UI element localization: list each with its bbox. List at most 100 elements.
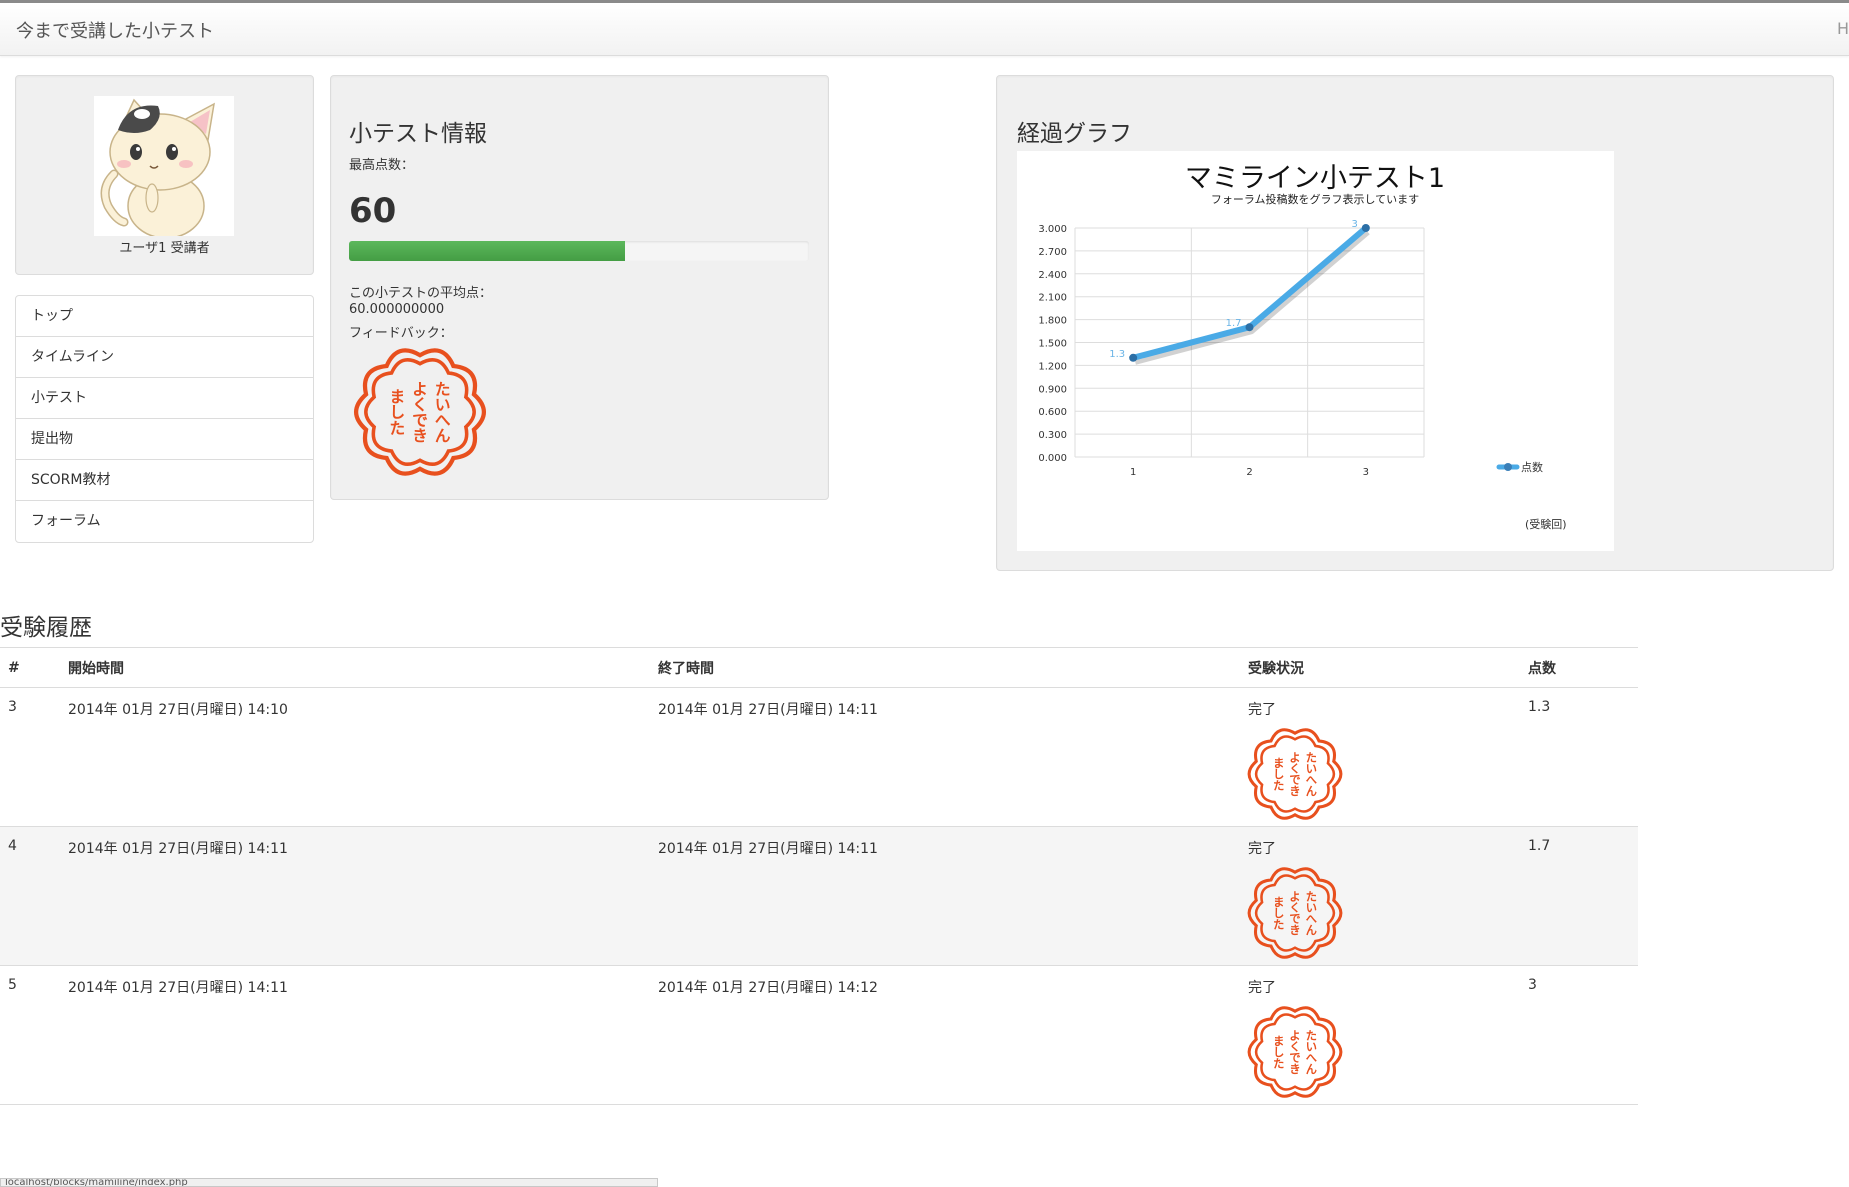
y-tick-label: 0.300 [1038, 430, 1067, 441]
stamp-text: き [1289, 1063, 1300, 1076]
y-tick-label: 1.500 [1038, 339, 1067, 350]
y-tick-label: 0.900 [1038, 384, 1067, 395]
stamp-icon: たいへんよくできました [1247, 728, 1343, 820]
stamp-text: た [1273, 918, 1284, 931]
row-status: 完了 [1248, 841, 1276, 857]
stamp-text: き [1289, 785, 1300, 798]
nav-item-submissions[interactable]: 提出物 [16, 419, 313, 460]
data-label: 1.3 [1109, 349, 1125, 360]
stamp-icon: たいへんよくできました [1247, 1006, 1343, 1098]
table-row: 5 2014年 01月 27日(月曜日) 14:11 2014年 01月 27日… [0, 965, 1638, 1105]
data-label: 1.7 [1226, 318, 1242, 329]
top-bar: 今まで受講した小テスト H [0, 0, 1849, 56]
avatar [94, 96, 234, 239]
max-score-value: 60 [349, 191, 397, 231]
table-row: 4 2014年 01月 27日(月曜日) 14:11 2014年 01月 27日… [0, 826, 1638, 966]
row-end-time: 2014年 01月 27日(月曜日) 14:11 [650, 826, 1240, 966]
stamp-text: た [1273, 779, 1284, 792]
quiz-info-panel: 小テスト情報 最高点数： 60 この小テストの平均点： 60.000000000… [330, 75, 829, 500]
y-tick-label: 2.700 [1038, 247, 1067, 258]
chart-area: マミライン小テスト1 フォーラム投稿数をグラフ表示しています 0.000 0.30… [1017, 151, 1614, 551]
stamp-text: ん [1306, 924, 1317, 937]
max-score-label: 最高点数： [349, 158, 415, 173]
y-tick-label: 0.000 [1038, 453, 1067, 464]
nav-item-scorm[interactable]: SCORM教材 [16, 460, 313, 501]
progress-graph-panel: 経過グラフ マミライン小テスト1 フォーラム投稿数をグラフ表示しています 0.0… [996, 75, 1834, 571]
page-title: 今まで受講した小テスト [16, 21, 214, 42]
row-number: 3 [0, 687, 60, 827]
nav-item-forum[interactable]: フォーラム [16, 501, 313, 542]
col-start-time: 開始時間 [60, 647, 650, 688]
average-value: 60.000000000 [349, 302, 445, 317]
data-label: 3 [1351, 219, 1357, 230]
cat-avatar-icon [100, 98, 215, 239]
feedback-stamp-icon: たいへんよくできました [353, 348, 487, 476]
stamp-text: ん [1306, 1063, 1317, 1076]
row-score: 1.7 [1520, 826, 1638, 966]
stamp-text: き [412, 427, 428, 445]
row-score: 3 [1520, 965, 1638, 1105]
side-nav: トップ タイムライン 小テスト 提出物 SCORM教材 フォーラム [15, 295, 314, 543]
nav-item-quiz[interactable]: 小テスト [16, 378, 313, 419]
nav-item-timeline[interactable]: タイムライン [16, 337, 313, 378]
chart-legend: 点数 [1496, 461, 1543, 474]
table-row: 3 2014年 01月 27日(月曜日) 14:10 2014年 01月 27日… [0, 687, 1638, 827]
row-status: 完了 [1248, 702, 1276, 718]
data-point [1245, 323, 1254, 332]
row-number: 4 [0, 826, 60, 966]
row-status-cell: 完了 たいへんよくできました [1240, 965, 1520, 1105]
y-tick-label: 1.800 [1038, 316, 1067, 327]
row-status-cell: 完了 たいへんよくできました [1240, 826, 1520, 966]
x-tick-label: 1 [1130, 467, 1136, 478]
feedback-label: フィードバック： [349, 326, 453, 341]
row-status-cell: 完了 たいへんよくできました [1240, 687, 1520, 827]
row-end-time: 2014年 01月 27日(月曜日) 14:12 [650, 965, 1240, 1105]
chart-title: マミライン小テスト1 [1185, 163, 1445, 194]
col-score: 点数 [1520, 647, 1638, 688]
top-bar-edge-text: H [1836, 19, 1849, 38]
history-title: 受験履歴 [0, 615, 92, 641]
row-status: 完了 [1248, 980, 1276, 996]
stamp-icon: たいへんよくできました [1247, 867, 1343, 959]
legend-label: 点数 [1521, 461, 1543, 474]
stamp-text: き [1289, 924, 1300, 937]
stamp-text: た [389, 419, 405, 437]
row-score: 1.3 [1520, 687, 1638, 827]
stamp-text: ん [435, 427, 451, 445]
line-chart: マミライン小テスト1 フォーラム投稿数をグラフ表示しています 0.000 0.30… [1038, 163, 1567, 531]
y-tick-label: 1.200 [1038, 361, 1067, 372]
y-tick-label: 2.100 [1038, 293, 1067, 304]
x-axis-label: (受験回) [1525, 517, 1567, 531]
y-tick-label: 3.000 [1038, 224, 1067, 235]
data-point [1129, 353, 1138, 362]
x-tick-label: 3 [1363, 467, 1369, 478]
row-start-time: 2014年 01月 27日(月曜日) 14:11 [60, 965, 650, 1105]
chart-subtitle: フォーラム投稿数をグラフ表示しています [1211, 192, 1419, 206]
row-end-time: 2014年 01月 27日(月曜日) 14:11 [650, 687, 1240, 827]
x-tick-label: 2 [1246, 467, 1252, 478]
col-status: 受験状況 [1240, 647, 1520, 688]
profile-panel: ユーザ1 受講者 [15, 75, 314, 275]
data-point [1361, 224, 1370, 232]
row-number: 5 [0, 965, 60, 1105]
row-start-time: 2014年 01月 27日(月曜日) 14:11 [60, 826, 650, 966]
user-name: ユーザ1 受講者 [119, 241, 210, 256]
series-line [1130, 225, 1369, 361]
row-start-time: 2014年 01月 27日(月曜日) 14:10 [60, 687, 650, 827]
score-progress-bar [349, 241, 809, 261]
table-header-row: # 開始時間 終了時間 受験状況 点数 [0, 647, 1638, 688]
history-table: # 開始時間 終了時間 受験状況 点数 3 2014年 01月 27日(月曜日)… [0, 647, 1638, 1105]
stamp-text: ん [1306, 785, 1317, 798]
legend-marker [1504, 463, 1512, 471]
quiz-info-heading: 小テスト情報 [349, 121, 487, 147]
col-end-time: 終了時間 [650, 647, 1240, 688]
browser-status-bar: localhost/blocks/mamiline/index.php [0, 1178, 658, 1187]
col-number: # [0, 647, 60, 688]
score-progress-fill [349, 241, 625, 261]
graph-heading: 経過グラフ [1017, 121, 1132, 147]
average-label: この小テストの平均点： [349, 286, 493, 301]
y-tick-label: 0.600 [1038, 407, 1067, 418]
nav-item-top[interactable]: トップ [16, 296, 313, 337]
stamp-text: た [1273, 1057, 1284, 1070]
y-tick-label: 2.400 [1038, 270, 1067, 281]
